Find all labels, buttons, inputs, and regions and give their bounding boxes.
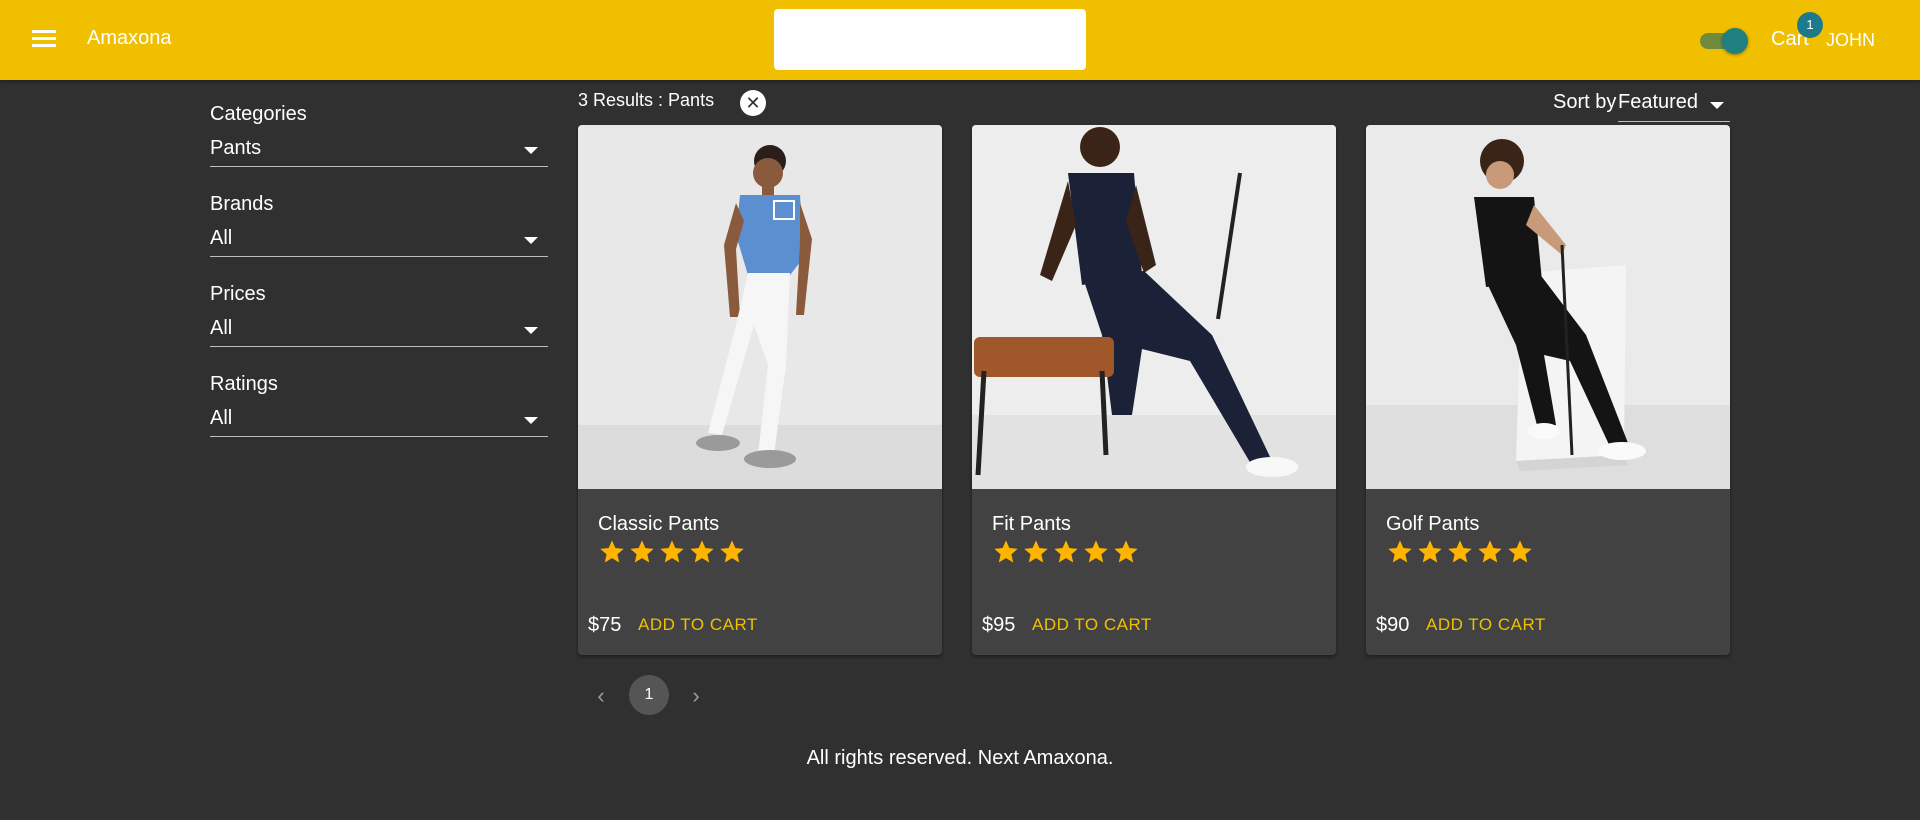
filter-brands: Brands All (210, 193, 548, 257)
dropdown-arrow-icon (1710, 102, 1724, 109)
product-price: $95 (982, 614, 1016, 636)
dropdown-arrow-icon (524, 327, 538, 334)
star-icon (1478, 540, 1502, 563)
rating-stars (1386, 538, 1536, 571)
search-input[interactable] (774, 9, 1086, 70)
dark-mode-toggle[interactable] (1700, 28, 1748, 54)
star-icon (994, 540, 1018, 563)
star-icon (1448, 540, 1472, 563)
prices-value: All (210, 317, 233, 339)
star-icon (660, 540, 684, 563)
star-icon (1084, 540, 1108, 563)
filter-label-ratings: Ratings (210, 373, 278, 395)
rating-stars (992, 538, 1142, 571)
dropdown-arrow-icon (524, 237, 538, 244)
add-to-cart-button[interactable]: ADD TO CART (638, 615, 758, 635)
sort-select[interactable]: Featured (1618, 88, 1730, 122)
star-icon (1024, 540, 1048, 563)
product-image[interactable] (972, 125, 1336, 489)
chevron-left-icon[interactable]: ‹ (591, 684, 611, 708)
star-icon (720, 540, 744, 563)
brands-select[interactable]: All (210, 227, 548, 257)
product-card: Golf Pants $90 ADD TO CART (1366, 125, 1730, 655)
app-bar: Amaxona Cart 1 JOHN (0, 0, 1920, 80)
product-card: Classic Pants $75 ADD TO CART (578, 125, 942, 655)
product-price: $75 (588, 614, 622, 636)
add-to-cart-button[interactable]: ADD TO CART (1426, 615, 1546, 635)
filter-categories: Categories Pants (210, 103, 548, 167)
product-image[interactable] (578, 125, 942, 489)
footer-text: All rights reserved. Next Amaxona. (806, 747, 1114, 769)
results-summary: 3 Results : Pants (578, 90, 715, 110)
toggle-thumb (1722, 28, 1748, 54)
dropdown-arrow-icon (524, 417, 538, 424)
product-image[interactable] (1366, 125, 1730, 489)
dropdown-arrow-icon (524, 147, 538, 154)
star-icon (600, 540, 624, 563)
close-icon: ✕ (745, 93, 761, 113)
star-icon (1054, 540, 1078, 563)
page-button-current[interactable]: 1 (629, 675, 669, 715)
chevron-right-icon[interactable]: › (686, 684, 706, 708)
prices-select[interactable]: All (210, 317, 548, 347)
user-menu-button[interactable]: JOHN (1826, 30, 1875, 51)
categories-select[interactable]: Pants (210, 137, 548, 167)
ratings-value: All (210, 407, 233, 429)
product-name[interactable]: Classic Pants (598, 513, 719, 536)
filter-ratings: Ratings All (210, 373, 548, 437)
brand-link[interactable]: Amaxona (87, 27, 172, 50)
rating-stars (598, 538, 748, 571)
filter-label-brands: Brands (210, 193, 274, 215)
menu-icon[interactable] (30, 27, 58, 53)
star-icon (1388, 540, 1412, 563)
cart-badge: 1 (1797, 12, 1823, 38)
star-icon (630, 540, 654, 563)
filter-prices: Prices All (210, 283, 548, 347)
categories-value: Pants (210, 137, 262, 159)
product-name[interactable]: Golf Pants (1386, 513, 1479, 536)
star-icon (690, 540, 714, 563)
filter-label-prices: Prices (210, 283, 266, 305)
brands-value: All (210, 227, 233, 249)
star-icon (1418, 540, 1442, 563)
sort-label: Sort by (1553, 91, 1617, 113)
product-price: $90 (1376, 614, 1410, 636)
filter-label-categories: Categories (210, 103, 307, 125)
ratings-select[interactable]: All (210, 407, 548, 437)
product-card: Fit Pants $95 ADD TO CART (972, 125, 1336, 655)
star-icon (1508, 540, 1532, 563)
add-to-cart-button[interactable]: ADD TO CART (1032, 615, 1152, 635)
sort-value: Featured (1618, 91, 1699, 113)
product-name[interactable]: Fit Pants (992, 513, 1071, 536)
clear-filter-button[interactable]: ✕ (740, 90, 766, 116)
star-icon (1114, 540, 1138, 563)
